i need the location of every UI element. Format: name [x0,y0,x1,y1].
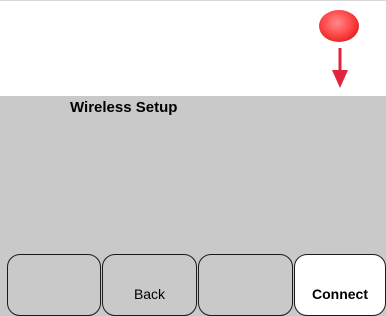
top-divider [0,0,386,1]
down-arrow-icon [332,48,348,88]
display-screen: Wireless Setup Back Connect [0,96,386,316]
softkey-1[interactable] [7,254,101,316]
back-button[interactable]: Back [102,254,197,316]
thermostat-display: Wireless Setup Back Connect [0,0,386,316]
red-led-icon [319,10,359,42]
screen-title: Wireless Setup [70,99,178,116]
connect-button[interactable]: Connect [294,254,386,316]
softkey-3[interactable] [198,254,293,316]
